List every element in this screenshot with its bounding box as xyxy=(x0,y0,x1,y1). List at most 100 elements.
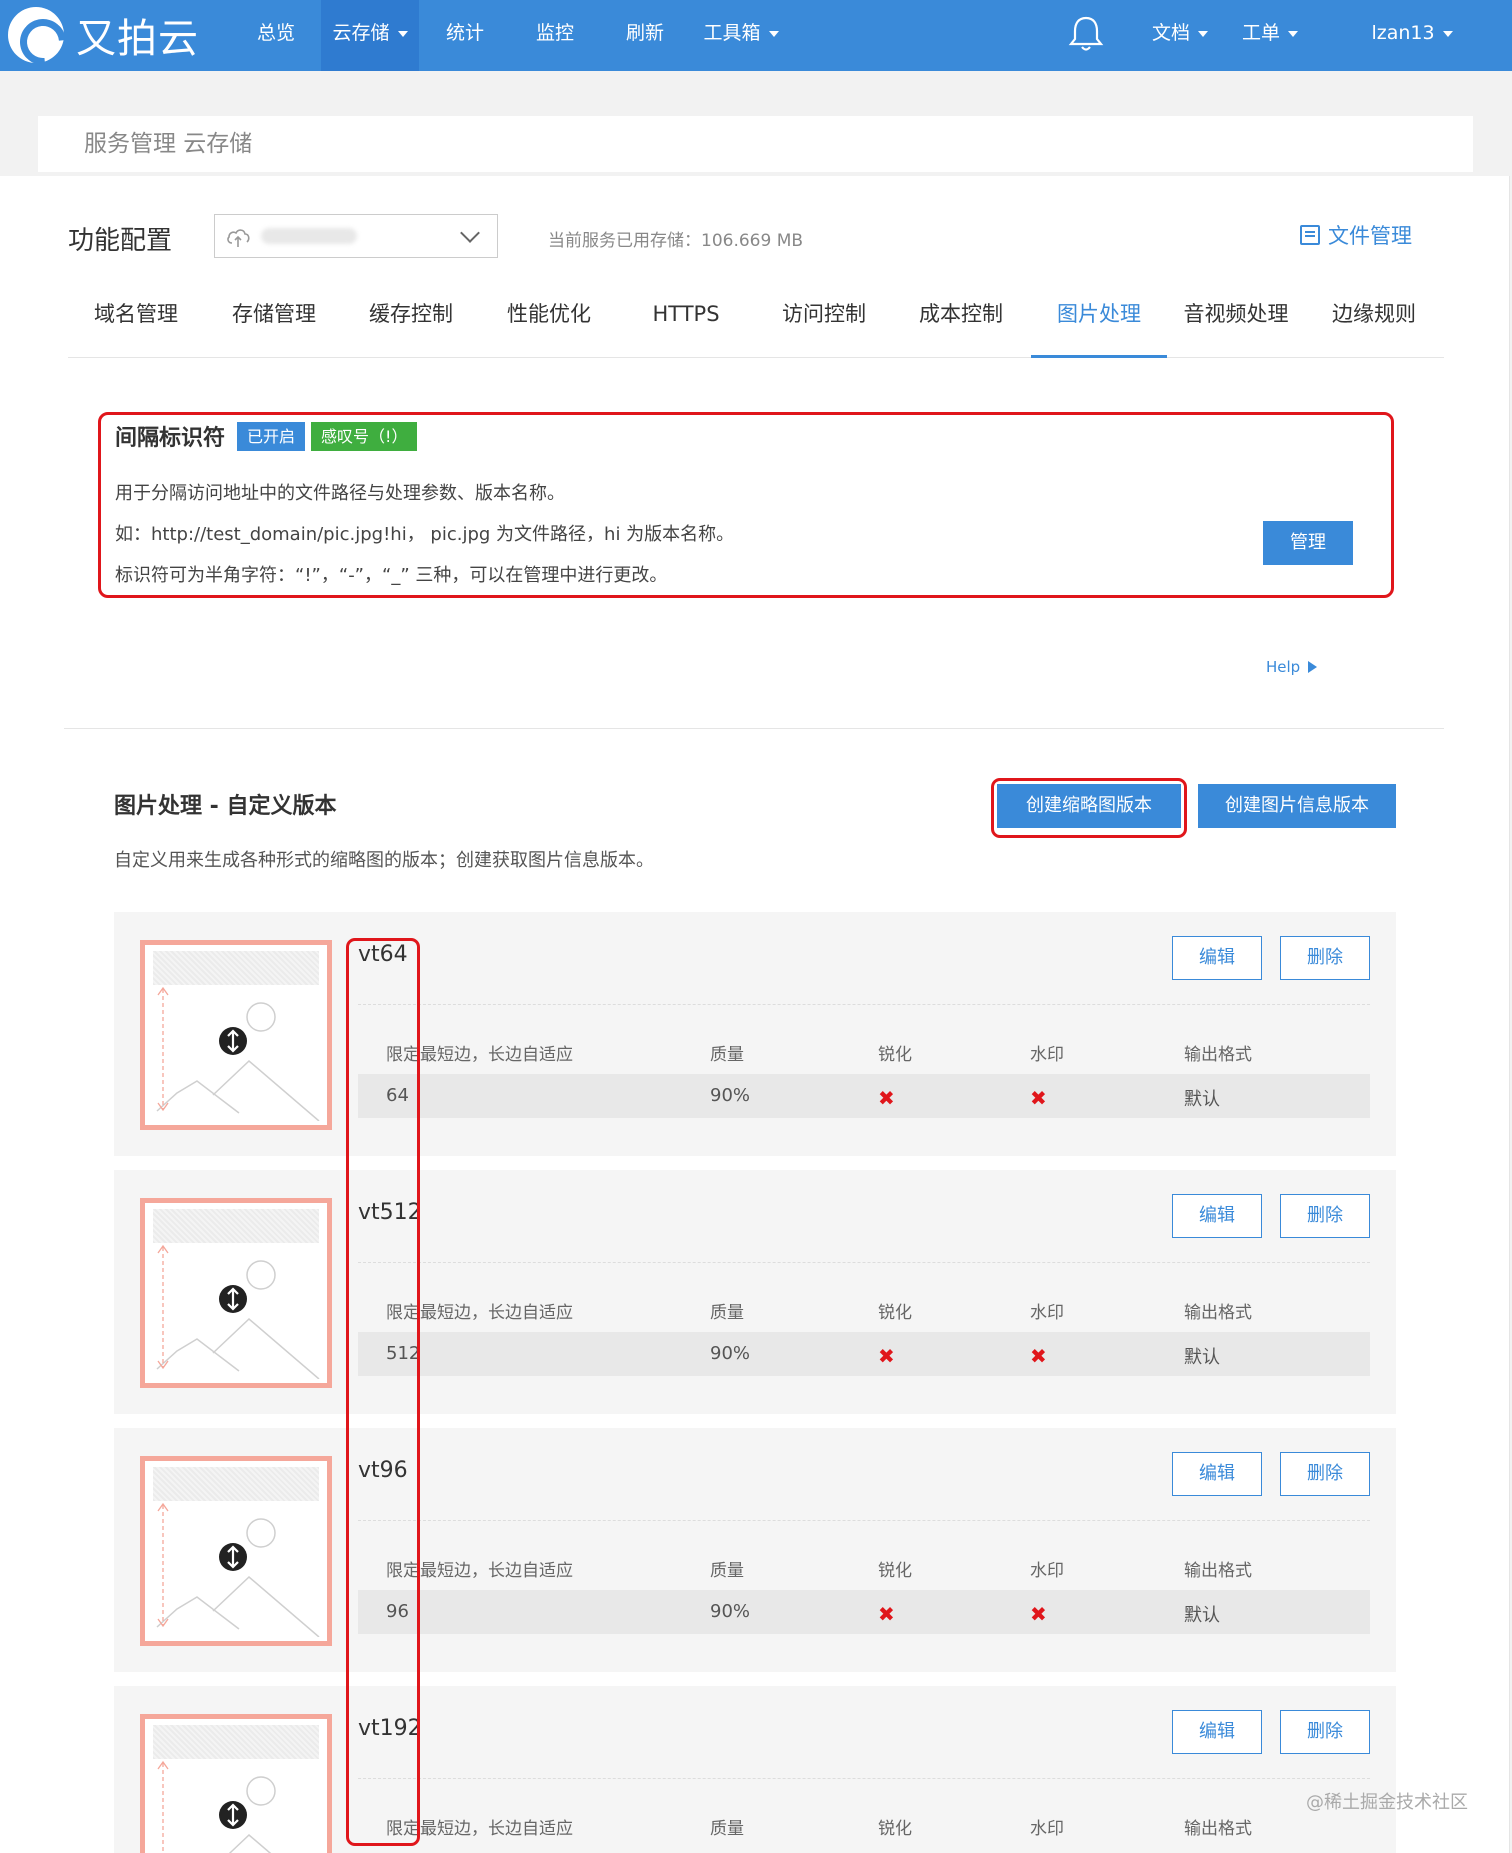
format-value: 默认 xyxy=(1184,1605,1220,1626)
service-select[interactable] xyxy=(214,214,498,258)
chevron-down-icon xyxy=(460,223,480,243)
version-card: vt512 编辑 删除 限定最短边，长边自适应 质量 锐化 水印 输出格式 51… xyxy=(114,1170,1396,1414)
column-header: 锐化 xyxy=(878,1045,912,1065)
highlight-ring xyxy=(346,938,420,1846)
column-header: 锐化 xyxy=(878,1819,912,1839)
column-header: 水印 xyxy=(1030,1303,1064,1323)
section-title: 功能配置 xyxy=(68,226,173,256)
feature-tabs: 域名管理 存储管理 缓存控制 性能优化 HTTPS 访问控制 成本控制 图片处理… xyxy=(68,276,1444,358)
caret-down-icon xyxy=(1442,30,1453,37)
nav-item-monitor[interactable]: 监控 xyxy=(520,0,590,71)
version-card: vt192 编辑 删除 限定最短边，长边自适应 质量 锐化 水印 输出格式 xyxy=(114,1686,1396,1853)
column-header: 质量 xyxy=(710,1045,744,1065)
top-nav: 又拍云 总览 云存储 统计 监控 刷新 工具箱 文档 工单 lzan13 xyxy=(0,0,1512,71)
sharpen-off-icon: ✖ xyxy=(878,1602,895,1626)
play-arrow-icon xyxy=(1308,661,1318,673)
nav-item-stats[interactable]: 统计 xyxy=(430,0,500,71)
thumbnail-resize-icon xyxy=(156,986,320,1121)
logo[interactable]: 又拍云 xyxy=(8,6,199,64)
caret-down-icon xyxy=(1288,30,1298,37)
nav-item-toolbox[interactable]: 工具箱 xyxy=(696,0,786,71)
column-header: 水印 xyxy=(1030,1045,1064,1065)
column-header: 输出格式 xyxy=(1184,1561,1252,1581)
column-header: 水印 xyxy=(1030,1819,1064,1839)
breadcrumb: 服务管理 云存储 xyxy=(38,116,1473,172)
nav-item-tickets[interactable]: 工单 xyxy=(1230,0,1310,71)
tab-edge-rules[interactable]: 边缘规则 xyxy=(1306,276,1442,358)
thumbnail-preview xyxy=(140,1456,332,1646)
create-info-version-button[interactable]: 创建图片信息版本 xyxy=(1198,784,1396,828)
tab-storage[interactable]: 存储管理 xyxy=(206,276,342,358)
delete-button[interactable]: 删除 xyxy=(1280,1452,1370,1496)
logo-icon xyxy=(8,7,64,63)
table-row: 512 90% ✖ ✖ 默认 xyxy=(358,1332,1370,1376)
divider xyxy=(64,728,1444,729)
column-header: 质量 xyxy=(710,1303,744,1323)
main-panel: 功能配置 当前服务已用存储：106.669 MB 文件管理 域名管理 存储管理 … xyxy=(0,176,1510,1853)
nav-item-refresh[interactable]: 刷新 xyxy=(610,0,680,71)
highlight-ring xyxy=(991,778,1187,838)
tab-performance[interactable]: 性能优化 xyxy=(481,276,617,358)
image-processing-title: 图片处理 - 自定义版本 xyxy=(114,794,337,819)
edit-button[interactable]: 编辑 xyxy=(1172,1194,1262,1238)
tab-av-processing[interactable]: 音视频处理 xyxy=(1168,276,1304,358)
delete-button[interactable]: 删除 xyxy=(1280,1194,1370,1238)
tab-image-processing[interactable]: 图片处理 xyxy=(1031,276,1167,358)
separator-panel: 间隔标识符 已开启 感叹号（!） 用于分隔访问地址中的文件路径与处理参数、版本名… xyxy=(98,412,1394,598)
edit-button[interactable]: 编辑 xyxy=(1172,936,1262,980)
edit-button[interactable]: 编辑 xyxy=(1172,1452,1262,1496)
watermark-off-icon: ✖ xyxy=(1030,1086,1047,1110)
thumbnail-preview xyxy=(140,1714,332,1853)
format-value: 默认 xyxy=(1184,1089,1220,1110)
format-value: 默认 xyxy=(1184,1347,1220,1368)
edit-button[interactable]: 编辑 xyxy=(1172,1710,1262,1754)
thumbnail-resize-icon xyxy=(156,1502,320,1637)
column-header: 输出格式 xyxy=(1184,1045,1252,1065)
column-header: 水印 xyxy=(1030,1561,1064,1581)
version-card: vt64 编辑 删除 限定最短边，长边自适应 质量 锐化 水印 输出格式 64 … xyxy=(114,912,1396,1156)
quality-value: 90% xyxy=(710,1343,751,1364)
image-processing-description: 自定义用来生成各种形式的缩略图的版本；创建获取图片信息版本。 xyxy=(114,850,654,871)
column-header: 锐化 xyxy=(878,1561,912,1581)
tab-cost-control[interactable]: 成本控制 xyxy=(893,276,1029,358)
storage-usage: 当前服务已用存储：106.669 MB xyxy=(548,231,804,251)
sharpen-off-icon: ✖ xyxy=(878,1086,895,1110)
logo-text: 又拍云 xyxy=(76,16,199,62)
thumbnail-preview xyxy=(140,1198,332,1388)
watermark-text: @稀土掘金技术社区 xyxy=(1306,1792,1468,1813)
watermark-off-icon: ✖ xyxy=(1030,1344,1047,1368)
caret-down-icon xyxy=(397,30,408,37)
status-badge: 已开启 xyxy=(237,421,306,451)
manage-button[interactable]: 管理 xyxy=(1263,521,1353,565)
sharpen-off-icon: ✖ xyxy=(878,1344,895,1368)
separator-desc-line: 标识符可为半角字符：“!”，“-”，“_” 三种，可以在管理中进行更改。 xyxy=(115,565,668,586)
delete-button[interactable]: 删除 xyxy=(1280,936,1370,980)
thumbnail-resize-icon xyxy=(156,1244,320,1379)
user-menu[interactable]: lzan13 xyxy=(1362,0,1462,71)
bell-icon[interactable] xyxy=(1068,14,1104,54)
column-header: 质量 xyxy=(710,1561,744,1581)
help-link[interactable]: Help xyxy=(1266,658,1318,676)
tab-cache[interactable]: 缓存控制 xyxy=(343,276,479,358)
column-header: 输出格式 xyxy=(1184,1819,1252,1839)
cloud-icon xyxy=(227,229,250,247)
table-row: 96 90% ✖ ✖ 默认 xyxy=(358,1590,1370,1634)
nav-item-cloud-storage[interactable]: 云存储 xyxy=(321,0,419,71)
separator-title: 间隔标识符 xyxy=(115,426,226,451)
table-row: 64 90% ✖ ✖ 默认 xyxy=(358,1074,1370,1118)
separator-desc-line: 如：http://test_domain/pic.jpg!hi， pic.jpg… xyxy=(115,524,735,545)
delete-button[interactable]: 删除 xyxy=(1280,1710,1370,1754)
service-name-blurred xyxy=(261,228,357,244)
tab-https[interactable]: HTTPS xyxy=(618,276,754,358)
watermark-off-icon: ✖ xyxy=(1030,1602,1047,1626)
tab-domain[interactable]: 域名管理 xyxy=(68,276,204,358)
column-header: 输出格式 xyxy=(1184,1303,1252,1323)
tab-access-control[interactable]: 访问控制 xyxy=(756,276,892,358)
nav-item-overview[interactable]: 总览 xyxy=(238,0,314,71)
nav-item-docs[interactable]: 文档 xyxy=(1140,0,1220,71)
separator-desc-line: 用于分隔访问地址中的文件路径与处理参数、版本名称。 xyxy=(115,483,565,504)
column-header: 锐化 xyxy=(878,1303,912,1323)
quality-value: 90% xyxy=(710,1085,751,1106)
file-management-link[interactable]: 文件管理 xyxy=(1300,220,1412,250)
caret-down-icon xyxy=(768,30,779,37)
